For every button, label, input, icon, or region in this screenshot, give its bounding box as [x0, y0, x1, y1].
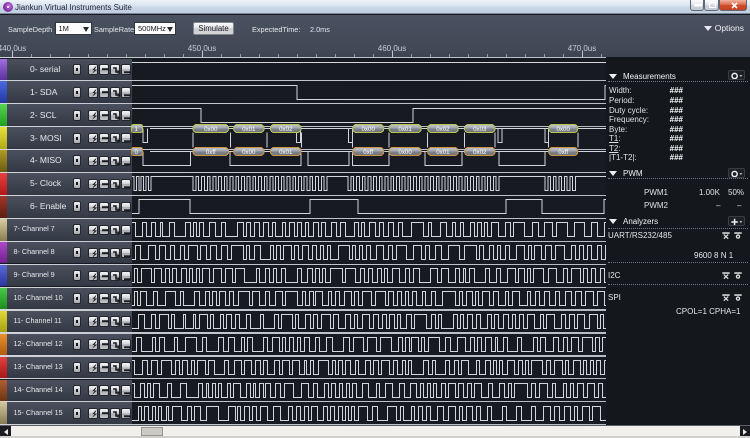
svg-text:0x01: 0x01	[436, 149, 450, 156]
svg-text:0x00: 0x00	[204, 126, 218, 133]
svg-text:0x00: 0x00	[242, 149, 256, 156]
svg-text:0x02: 0x02	[436, 126, 450, 133]
svg-text:0x03: 0x03	[473, 126, 487, 133]
svg-text:0x01: 0x01	[242, 126, 256, 133]
svg-text:0x01: 0x01	[398, 126, 412, 133]
svg-text:0xff: 0xff	[363, 149, 373, 156]
svg-text:0xff: 0xff	[558, 149, 568, 156]
svg-text:1: 1	[135, 126, 139, 133]
svg-text:0x00: 0x00	[398, 149, 412, 156]
svg-text:0x00: 0x00	[556, 126, 570, 133]
svg-text:0: 0	[135, 149, 139, 156]
svg-text:0x00: 0x00	[361, 126, 375, 133]
svg-text:0x02: 0x02	[473, 149, 487, 156]
svg-text:0x02: 0x02	[279, 126, 293, 133]
svg-text:0xff: 0xff	[206, 149, 216, 156]
svg-text:0x01: 0x01	[279, 149, 293, 156]
